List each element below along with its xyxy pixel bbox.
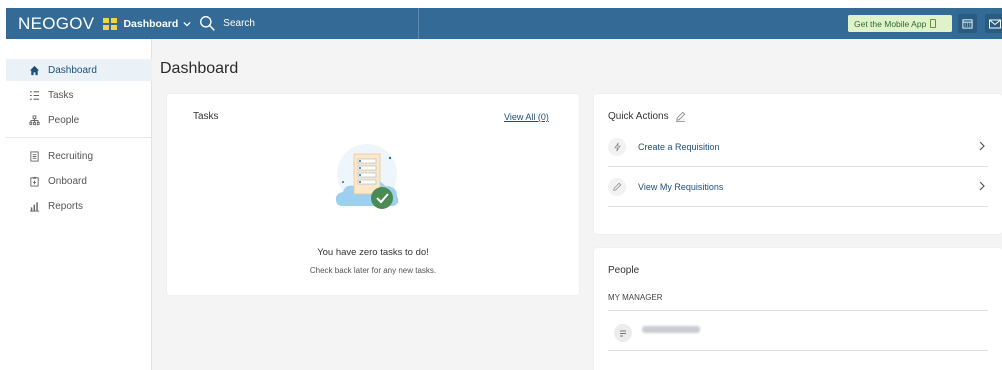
edit-icon[interactable] (675, 111, 686, 122)
people-card: People MY MANAGER (594, 248, 1002, 370)
sidebar-item-dashboard[interactable]: Dashboard (6, 59, 152, 81)
empty-tasks-title: You have zero tasks to do! (317, 247, 429, 258)
my-manager-label: MY MANAGER (608, 293, 663, 302)
dashboard-menu[interactable]: Dashboard (123, 18, 191, 30)
sidebar: Dashboard Tasks People Recruiting Onboar… (6, 39, 152, 370)
calendar-button[interactable] (958, 14, 977, 33)
search-label: Search (223, 18, 255, 29)
sidebar-item-people[interactable]: People (6, 109, 152, 131)
sidebar-item-recruiting[interactable]: Recruiting (6, 145, 152, 167)
mobile-app-label: Get the Mobile App (854, 18, 927, 29)
home-icon (28, 64, 40, 76)
view-my-requisitions-action[interactable]: View My Requisitions (608, 167, 988, 207)
phone-icon (930, 19, 937, 28)
sidebar-item-reports[interactable]: Reports (6, 195, 152, 217)
app-grid-icon[interactable] (103, 17, 118, 30)
quick-actions-header: Quick Actions (608, 111, 686, 122)
empty-tasks-subtitle: Check back later for any new tasks. (309, 266, 437, 275)
brand-logo[interactable]: NEOGOV (18, 14, 94, 34)
people-icon (28, 114, 40, 126)
chevron-right-icon (979, 181, 985, 191)
manager-entry[interactable] (614, 324, 700, 342)
action-label: View My Requisitions (638, 181, 724, 192)
sidebar-item-onboard[interactable]: Onboard (6, 170, 152, 192)
sidebar-item-label: Onboard (48, 175, 87, 187)
view-all-tasks-link[interactable]: View All (0) (504, 112, 549, 122)
people-divider (608, 350, 988, 351)
pencil-icon (608, 177, 626, 196)
top-bar: NEOGOV Dashboard Search Get the Mobile A… (6, 8, 1002, 39)
avatar (614, 324, 632, 342)
reports-icon (28, 200, 40, 212)
sidebar-item-label: People (48, 114, 80, 126)
app-window: NEOGOV Dashboard Search Get the Mobile A… (6, 8, 1002, 370)
search-icon (200, 16, 216, 31)
search-button[interactable]: Search (199, 15, 255, 32)
quick-actions-title: Quick Actions (608, 111, 669, 122)
tasks-icon (28, 89, 40, 101)
onboard-icon (28, 175, 40, 187)
sidebar-item-label: Recruiting (48, 150, 94, 162)
sidebar-item-label: Dashboard (48, 64, 97, 76)
mail-icon (988, 19, 1001, 28)
sidebar-divider (6, 137, 152, 138)
people-card-title: People (608, 265, 640, 276)
dashboard-menu-label: Dashboard (123, 17, 179, 30)
tasks-card: Tasks View All (0) You have zero tasks t… (167, 94, 579, 295)
sidebar-item-label: Tasks (48, 89, 74, 101)
sidebar-item-label: Reports (48, 200, 84, 212)
chevron-right-icon (979, 141, 985, 151)
recruiting-icon (28, 150, 40, 162)
get-mobile-app-button[interactable]: Get the Mobile App (848, 15, 952, 32)
topbar-divider (418, 8, 419, 39)
page-title: Dashboard (160, 60, 239, 77)
action-label: Create a Requisition (638, 141, 720, 152)
empty-tasks-illustration (335, 144, 399, 209)
people-divider (608, 310, 988, 311)
create-requisition-action[interactable]: Create a Requisition (608, 127, 988, 167)
mail-button[interactable] (985, 14, 1002, 33)
tasks-card-title: Tasks (193, 111, 219, 122)
chevron-down-icon (183, 21, 191, 26)
quick-actions-card: Quick Actions Create a Requisition View … (594, 94, 1002, 234)
manager-name-redacted (642, 325, 700, 333)
calendar-icon (962, 19, 973, 29)
lightning-icon (608, 137, 626, 156)
sidebar-item-tasks[interactable]: Tasks (6, 84, 152, 106)
